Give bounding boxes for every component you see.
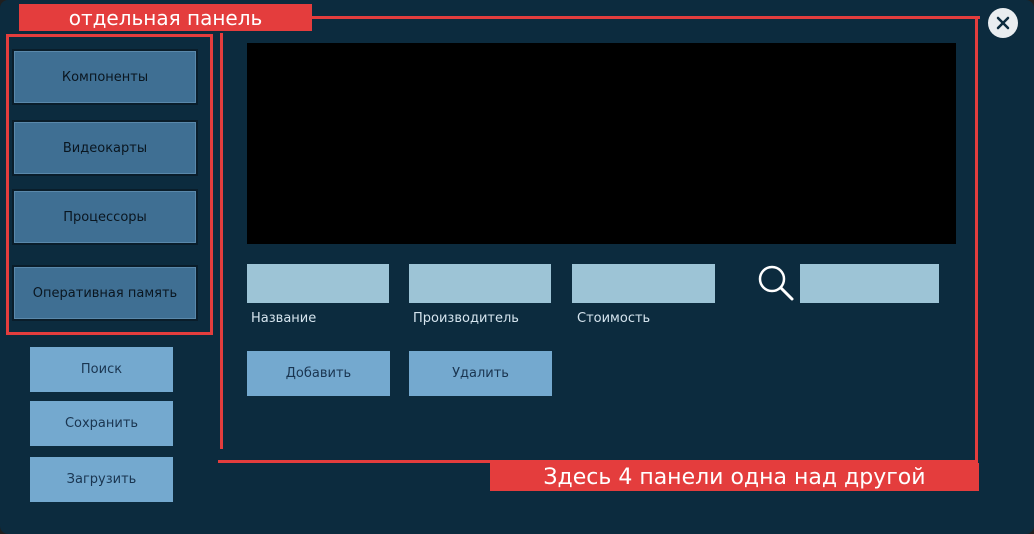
name-field[interactable]	[247, 264, 389, 303]
add-button-label: Добавить	[285, 366, 352, 381]
search-button[interactable]: Поиск	[30, 347, 173, 392]
load-button[interactable]: Загрузить	[30, 457, 173, 502]
annotation-separate-panel: отдельная панель	[19, 4, 312, 31]
add-button[interactable]: Добавить	[247, 351, 390, 396]
price-label: Стоимость	[577, 311, 651, 326]
annotation-four-panels: Здесь 4 панели одна над другой	[490, 463, 979, 491]
search-field[interactable]	[800, 264, 939, 303]
load-button-label: Загрузить	[66, 472, 137, 487]
app-window: Компоненты Видеокарты Процессоры Операти…	[0, 0, 1034, 534]
data-grid-area[interactable]	[247, 43, 956, 244]
close-icon	[996, 16, 1010, 30]
close-button[interactable]	[988, 8, 1018, 38]
manufacturer-label: Производитель	[413, 311, 519, 326]
save-button-label: Сохранить	[64, 416, 139, 431]
name-label: Название	[251, 311, 317, 326]
delete-button-label: Удалить	[452, 366, 509, 381]
search-icon[interactable]	[756, 263, 796, 303]
annotation-nav-outline	[6, 34, 213, 335]
annotation-main-left-line	[220, 33, 223, 449]
save-button[interactable]: Сохранить	[30, 401, 173, 446]
search-button-label: Поиск	[80, 362, 123, 377]
manufacturer-field[interactable]	[409, 264, 551, 303]
delete-button[interactable]: Удалить	[409, 351, 552, 396]
annotation-main-top-line	[312, 16, 980, 19]
annotation-main-right-line	[975, 18, 978, 464]
price-field[interactable]	[572, 264, 715, 303]
